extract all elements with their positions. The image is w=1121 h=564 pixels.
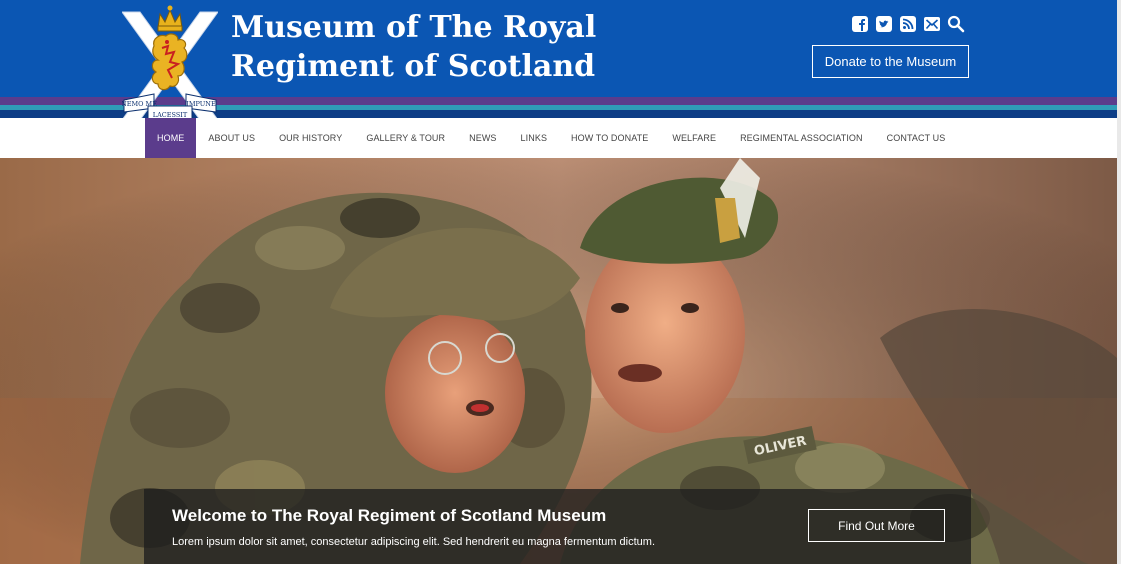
site-title-line1: Museum of The Royal [231, 10, 597, 45]
welcome-caption-box: Welcome to The Royal Regiment of Scotlan… [144, 489, 971, 564]
logo-motto-right: IMPUNE [186, 100, 216, 108]
nav-item-gallery-tour[interactable]: GALLERY & TOUR [354, 118, 457, 158]
nav-list: HOME ABOUT US OUR HISTORY GALLERY & TOUR… [145, 118, 957, 158]
nav-item-welfare[interactable]: WELFARE [660, 118, 728, 158]
regiment-logo[interactable]: NEMO ME IMPUNE LACESSIT [122, 2, 218, 128]
scrollbar-track[interactable] [1117, 0, 1121, 564]
logo-motto-left: NEMO ME [122, 100, 157, 108]
facebook-icon[interactable] [851, 15, 869, 33]
email-icon[interactable] [923, 15, 941, 33]
welcome-text: Lorem ipsum dolor sit amet, consectetur … [172, 536, 656, 548]
nav-item-links[interactable]: LINKS [509, 118, 560, 158]
site-title[interactable]: Museum of The Royal Regiment of Scotland [231, 8, 596, 86]
main-navigation: HOME ABOUT US OUR HISTORY GALLERY & TOUR… [0, 118, 1117, 158]
hero-banner: OLIVER Welcome to The Royal Regiment of … [0, 158, 1117, 564]
find-out-more-button[interactable]: Find Out More [808, 509, 945, 542]
welcome-title: Welcome to The Royal Regiment of Scotlan… [172, 506, 607, 525]
nav-item-news[interactable]: NEWS [457, 118, 508, 158]
site-title-line2: Regiment of Scotland [231, 49, 596, 84]
rss-icon[interactable] [899, 15, 917, 33]
nav-item-regimental-association[interactable]: REGIMENTAL ASSOCIATION [728, 118, 875, 158]
nav-item-home[interactable]: HOME [145, 118, 197, 158]
twitter-icon[interactable] [875, 15, 893, 33]
donate-button[interactable]: Donate to the Museum [812, 45, 969, 78]
nav-item-contact-us[interactable]: CONTACT US [875, 118, 958, 158]
nav-item-about-us[interactable]: ABOUT US [196, 118, 267, 158]
social-links [851, 14, 965, 34]
nav-item-our-history[interactable]: OUR HISTORY [267, 118, 354, 158]
nav-item-how-to-donate[interactable]: HOW TO DONATE [559, 118, 660, 158]
search-icon[interactable] [947, 15, 965, 33]
